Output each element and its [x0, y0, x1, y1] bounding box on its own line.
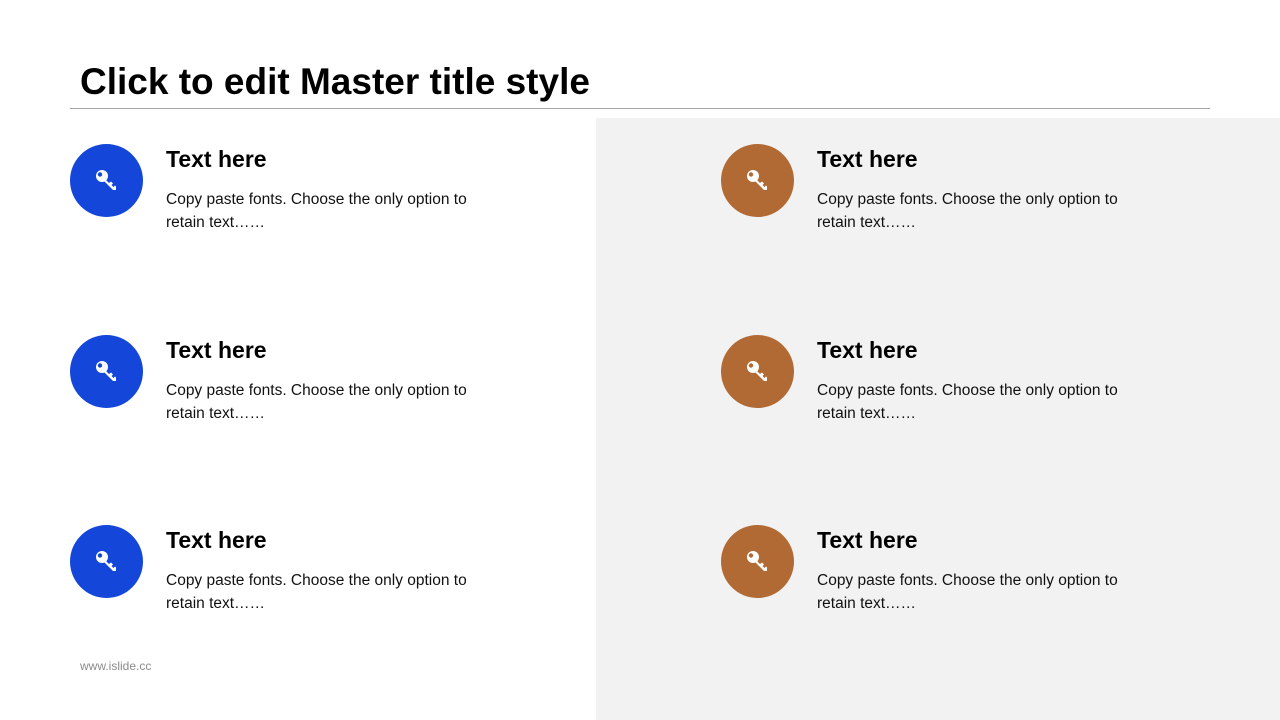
item-body-text[interactable]: Copy paste fonts. Choose the only option…: [166, 379, 496, 425]
item-body-text[interactable]: Copy paste fonts. Choose the only option…: [817, 188, 1147, 234]
item-body-text[interactable]: Copy paste fonts. Choose the only option…: [817, 569, 1147, 615]
right-item-2: Text here Copy paste fonts. Choose the o…: [721, 335, 1201, 445]
key-icon: [721, 144, 794, 217]
footer-url: www.islide.cc: [80, 659, 152, 673]
left-item-1: Text here Copy paste fonts. Choose the o…: [70, 144, 550, 254]
item-heading[interactable]: Text here: [817, 335, 918, 365]
key-icon: [70, 144, 143, 217]
item-heading[interactable]: Text here: [166, 335, 267, 365]
item-heading[interactable]: Text here: [817, 144, 918, 174]
item-body-text[interactable]: Copy paste fonts. Choose the only option…: [817, 379, 1147, 425]
slide-title[interactable]: Click to edit Master title style: [80, 58, 590, 106]
right-item-3: Text here Copy paste fonts. Choose the o…: [721, 525, 1201, 635]
right-item-1: Text here Copy paste fonts. Choose the o…: [721, 144, 1201, 254]
item-body-text[interactable]: Copy paste fonts. Choose the only option…: [166, 569, 496, 615]
key-icon: [70, 335, 143, 408]
item-body-text[interactable]: Copy paste fonts. Choose the only option…: [166, 188, 496, 234]
key-icon: [721, 335, 794, 408]
item-heading[interactable]: Text here: [817, 525, 918, 555]
left-item-2: Text here Copy paste fonts. Choose the o…: [70, 335, 550, 445]
left-item-3: Text here Copy paste fonts. Choose the o…: [70, 525, 550, 635]
key-icon: [721, 525, 794, 598]
key-icon: [70, 525, 143, 598]
item-heading[interactable]: Text here: [166, 144, 267, 174]
item-heading[interactable]: Text here: [166, 525, 267, 555]
title-divider: [70, 108, 1210, 109]
